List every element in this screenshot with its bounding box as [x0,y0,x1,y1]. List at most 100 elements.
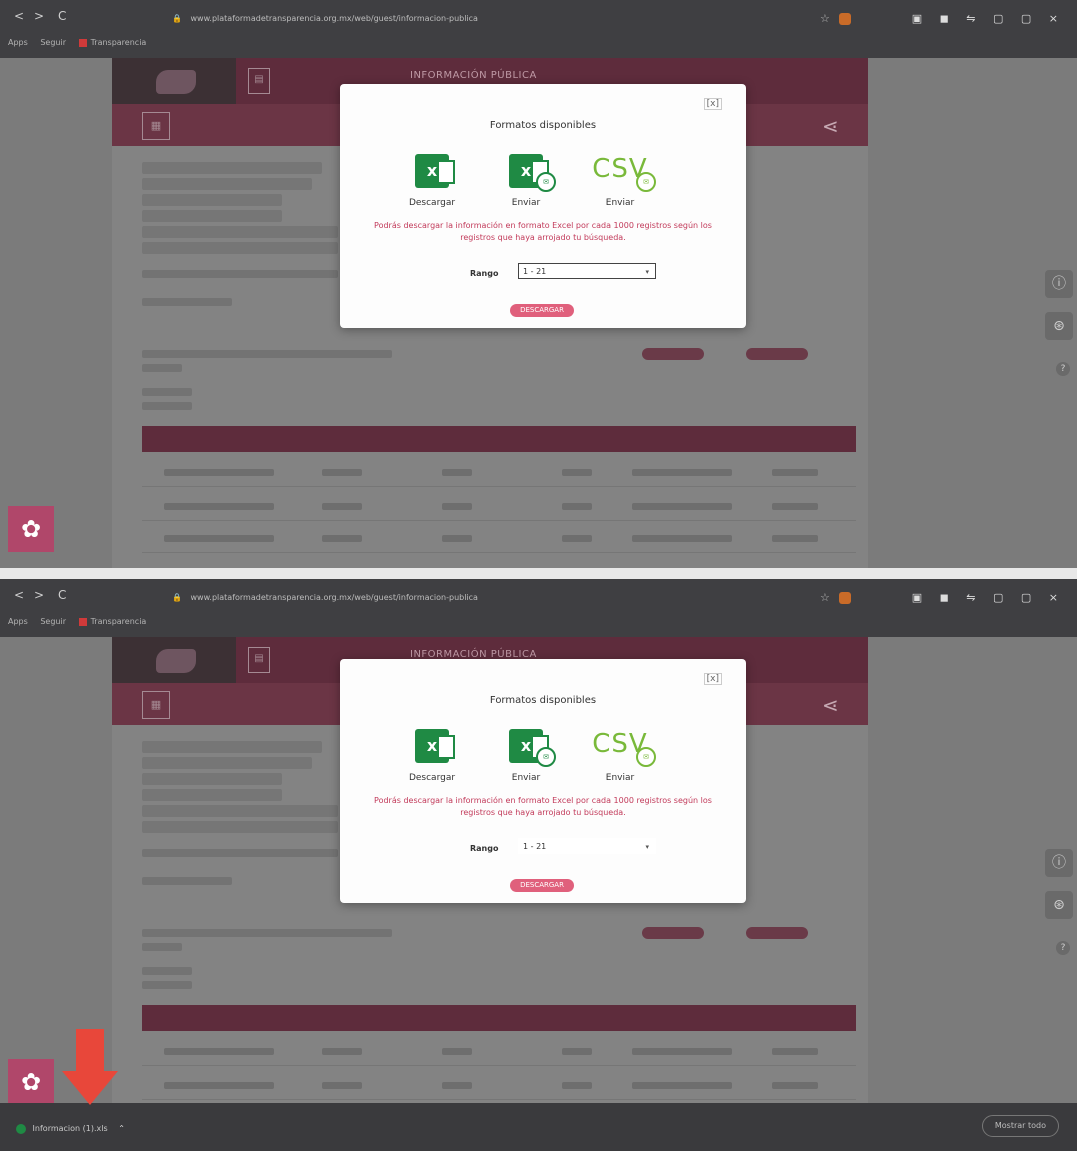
share-icon[interactable]: ⋖ [822,693,839,717]
filter-text [142,298,232,306]
window-controls[interactable]: ▣ ◼ ⇋ ▢ ▢ × [912,12,1065,25]
bookmark-seguir[interactable]: Seguir [40,617,66,626]
help-icon[interactable]: ? [1056,362,1070,376]
lock-icon: 🔒 [172,14,182,23]
back-button[interactable]: < [14,9,24,23]
page-action-button[interactable] [642,348,704,360]
arrow-shaft [76,1029,104,1073]
download-button[interactable]: DESCARGAR [510,304,574,317]
chat-assistant-icon[interactable]: ✿ [8,506,54,552]
close-button[interactable]: [x] [703,98,722,110]
accessibility-icon[interactable]: ⊛ [1045,891,1073,919]
results-table-header [142,426,856,452]
bookmark-transparencia[interactable]: Transparencia [78,38,146,47]
address-bar[interactable]: 🔒 www.plataformadetransparencia.org.mx/w… [172,593,812,607]
format-option-download-excel[interactable]: x Descargar [392,154,472,208]
extension-icon[interactable] [839,13,852,25]
modal-title: Formatos disponibles [489,120,597,131]
forward-button[interactable]: > [34,9,44,23]
info-icon[interactable]: ⓘ [1045,849,1073,877]
help-icon[interactable]: ? [1056,941,1070,955]
table-cell [164,469,274,476]
bookmark-apps[interactable]: Apps [8,617,28,626]
table-row[interactable] [142,1073,856,1100]
document-icon[interactable]: ▤ [248,68,270,94]
detail-line [142,789,282,801]
extensions: ☆ [820,591,852,604]
table-row[interactable] [142,460,856,487]
formats-modal: [x] Formatos disponibles x Descargar x ✉ … [340,84,746,328]
table-cell [632,469,732,476]
results-text [142,929,392,937]
table-row[interactable] [142,1039,856,1066]
modal-title: Formatos disponibles [489,695,597,706]
screenshot-top: < > C 🔒 www.plataformadetransparencia.or… [0,0,1077,568]
download-button[interactable]: DESCARGAR [510,879,574,892]
download-item[interactable]: Informacion (1).xls ⌃ [16,1121,158,1137]
bookmark-star-icon[interactable]: ☆ [820,591,830,604]
window-controls[interactable]: ▣ ◼ ⇋ ▢ ▢ × [912,591,1065,604]
table-cell [442,469,472,476]
table-cell [322,1048,362,1055]
close-button[interactable]: [x] [703,673,722,685]
bookmark-apps[interactable]: Apps [8,38,28,47]
address-bar[interactable]: 🔒 www.plataformadetransparencia.org.mx/w… [172,14,812,28]
page-action-button[interactable] [746,348,808,360]
table-icon: ▦ [142,112,170,140]
extensions: ☆ [820,12,852,25]
lock-icon: 🔒 [172,593,182,602]
format-label: Enviar [605,773,635,783]
formats-modal: [x] Formatos disponibles x Descargar x ✉ … [340,659,746,903]
bookmark-favicon-icon [78,617,87,626]
info-icon[interactable]: ⓘ [1045,270,1073,298]
range-value: 1 - 21 [523,267,547,276]
table-cell [772,1082,818,1089]
format-option-send-excel[interactable]: x ✉ Enviar [486,729,566,783]
bookmark-transparencia[interactable]: Transparencia [78,617,146,626]
page-action-button[interactable] [642,927,704,939]
range-value: 1 - 21 [523,842,547,851]
detail-line [142,226,338,238]
back-button[interactable]: < [14,588,24,602]
table-cell [322,1082,362,1089]
range-label: Rango [470,269,499,278]
url-text: www.plataformadetransparencia.org.mx/web… [190,593,478,602]
format-label: Descargar [408,198,456,208]
reload-button[interactable]: C [58,588,66,602]
table-row[interactable] [142,526,856,553]
site-logo-icon[interactable] [156,649,196,673]
accessibility-icon[interactable]: ⊛ [1045,312,1073,340]
download-file-name: Informacion (1).xls [32,1124,108,1133]
site-logo-icon[interactable] [156,70,196,94]
bookmark-seguir[interactable]: Seguir [40,38,66,47]
format-option-download-excel[interactable]: x Descargar [392,729,472,783]
forward-button[interactable]: > [34,588,44,602]
show-all-button[interactable]: Mostrar todo [981,1115,1059,1137]
range-select[interactable]: 1 - 21 ▾ [518,263,656,279]
format-option-send-csv[interactable]: CSV ✉ Enviar [580,154,660,208]
extension-icon[interactable] [839,592,852,604]
format-option-send-csv[interactable]: CSV ✉ Enviar [580,729,660,783]
send-badge-icon: ✉ [536,747,556,767]
arrow-down-icon [62,1071,118,1105]
document-icon[interactable]: ▤ [248,647,270,673]
detail-line [142,162,322,174]
site-section-title[interactable]: INFORMACIÓN PÚBLICA [410,70,537,81]
detail-line [142,242,338,254]
send-badge-icon: ✉ [636,747,656,767]
filter-text [142,877,232,885]
bookmarks-bar: Apps Seguir Transparencia [8,617,156,626]
range-select[interactable]: 1 - 21 ▾ [518,838,656,854]
table-cell [632,1048,732,1055]
bookmark-star-icon[interactable]: ☆ [820,12,830,25]
browser-toolbar: < > C 🔒 www.plataformadetransparencia.or… [0,579,1077,609]
share-icon[interactable]: ⋖ [822,114,839,138]
chevron-up-icon[interactable]: ⌃ [118,1124,125,1133]
table-row[interactable] [142,494,856,521]
browser-chrome: < > C 🔒 www.plataformadetransparencia.or… [0,0,1077,58]
format-option-send-excel[interactable]: x ✉ Enviar [486,154,566,208]
reload-button[interactable]: C [58,9,66,23]
chevron-down-icon: ▾ [645,268,649,276]
chat-assistant-icon[interactable]: ✿ [8,1059,54,1105]
page-action-button[interactable] [746,927,808,939]
